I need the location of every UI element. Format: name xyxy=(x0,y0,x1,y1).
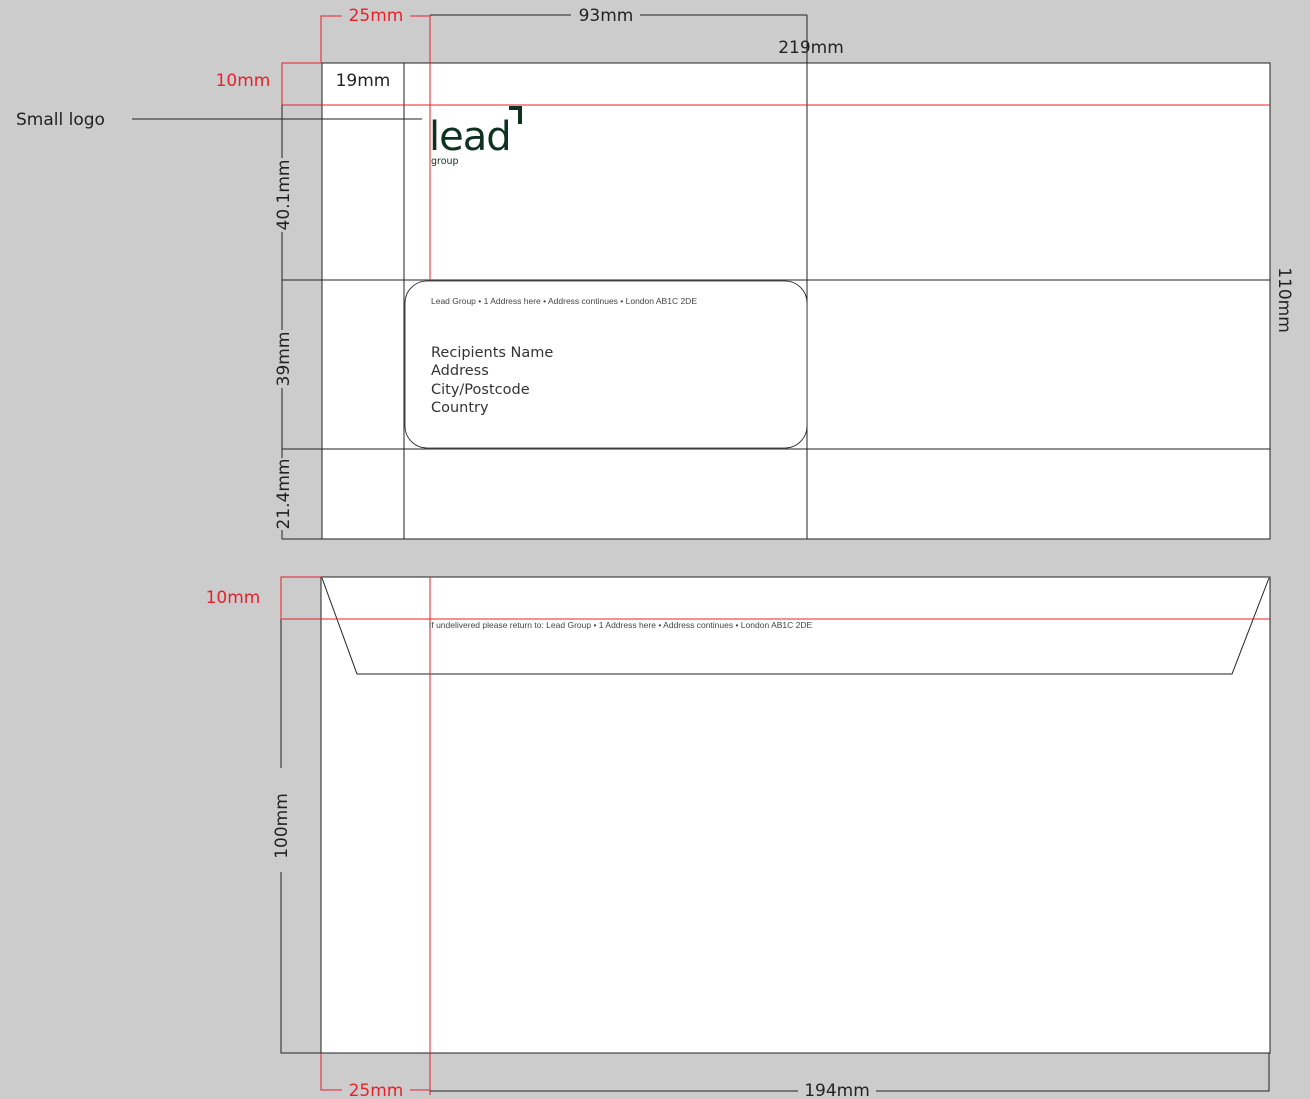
envelope-spec-diagram: 25mm 93mm 219mm 10mm 19mm 40.1mm 39mm 21… xyxy=(16,6,1294,1099)
recipient-address: Address xyxy=(431,363,489,379)
logo-word: lead xyxy=(429,114,511,160)
dim-19mm-label: 19mm xyxy=(336,71,391,91)
dim-25mm-top-label: 25mm xyxy=(349,6,404,26)
dim-110mm-label: 110mm xyxy=(1274,267,1294,333)
recipient-name: Recipients Name xyxy=(431,345,553,361)
recipient-country: Country xyxy=(431,400,489,416)
back-dim-194mm-right-line xyxy=(876,1053,1270,1092)
dim-21-4mm-label: 21.4mm xyxy=(274,459,294,530)
recipient-city-postcode: City/Postcode xyxy=(431,382,530,398)
dim-39mm-label: 39mm xyxy=(274,332,294,387)
back-dim-line-b xyxy=(280,872,321,1054)
lead-group-logo: lead group xyxy=(429,106,522,167)
dim-10mm-top-label: 10mm xyxy=(216,71,271,91)
front-envelope: 25mm 93mm 219mm 10mm 19mm 40.1mm 39mm 21… xyxy=(16,6,1294,540)
back-envelope: 10mm 100mm If undelivered please return … xyxy=(206,576,1271,1099)
back-dim-100mm-label: 100mm xyxy=(272,793,292,859)
back-return-line: If undelivered please return to: Lead Gr… xyxy=(429,620,812,630)
dim-219mm-label: 219mm xyxy=(778,38,844,58)
back-dim-10mm-label: 10mm xyxy=(206,588,261,608)
logo-sub: group xyxy=(431,156,459,167)
dim-40-1mm-label: 40.1mm xyxy=(274,160,294,231)
dim-10mm-bracket xyxy=(281,62,322,105)
back-dim-25mm-bracket xyxy=(320,1053,342,1091)
dim-93mm-label: 93mm xyxy=(579,6,634,26)
dim-25mm-bracket xyxy=(320,15,342,63)
back-dim-10mm-bracket xyxy=(280,576,321,619)
dim-left-line-d xyxy=(281,530,322,540)
back-dim-194mm-label: 194mm xyxy=(804,1081,870,1099)
small-logo-callout-label: Small logo xyxy=(16,110,105,130)
back-dim-25mm-label: 25mm xyxy=(349,1081,404,1099)
return-address-line: Lead Group • 1 Address here • Address co… xyxy=(431,296,697,306)
back-envelope-body xyxy=(320,576,1271,1054)
